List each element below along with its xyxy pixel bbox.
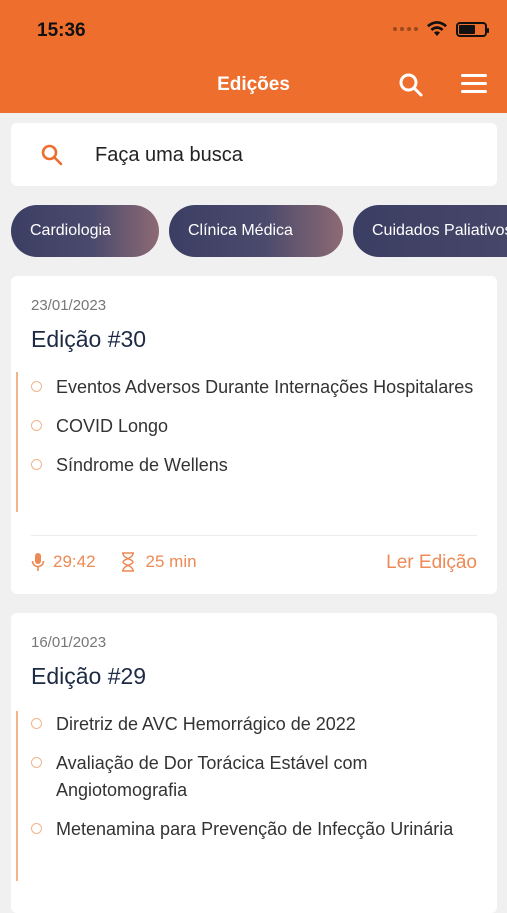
topic-text: Diretriz de AVC Hemorrágico de 2022	[56, 714, 356, 734]
status-icons	[393, 21, 489, 37]
edition-meta: 29:42 25 min	[31, 552, 197, 572]
bullet-icon	[31, 459, 42, 470]
category-chip-cardiologia[interactable]: Cardiologia	[11, 205, 159, 257]
status-time: 15:36	[37, 20, 86, 41]
edition-card[interactable]: 23/01/2023 Edição #30 Eventos Adversos D…	[11, 276, 497, 594]
category-chip-clinica-medica[interactable]: Clínica Médica	[169, 205, 343, 257]
chip-label: Cardiologia	[30, 222, 111, 239]
search-bar[interactable]	[11, 123, 497, 186]
timeline-line	[16, 711, 18, 881]
menu-icon[interactable]	[461, 74, 487, 96]
edition-card[interactable]: 16/01/2023 Edição #29 Diretriz de AVC He…	[11, 613, 497, 913]
bullet-icon	[31, 381, 42, 392]
topic-item: COVID Longo	[31, 413, 477, 440]
chip-label: Clínica Médica	[188, 222, 293, 239]
read-edition-button[interactable]: Ler Edição	[386, 552, 477, 574]
edition-date: 16/01/2023	[31, 634, 107, 651]
topic-list: Eventos Adversos Durante Internações Hos…	[31, 374, 477, 491]
topic-item: Síndrome de Wellens	[31, 452, 477, 479]
audio-duration: 29:42	[53, 552, 96, 571]
microphone-icon	[31, 553, 45, 571]
search-icon[interactable]	[398, 72, 424, 98]
topic-item: Eventos Adversos Durante Internações Hos…	[31, 374, 477, 401]
topic-list: Diretriz de AVC Hemorrágico de 2022 Aval…	[31, 711, 477, 855]
edition-title: Edição #30	[31, 326, 147, 352]
battery-icon	[456, 21, 489, 37]
wifi-icon	[427, 21, 447, 36]
bullet-icon	[31, 718, 42, 729]
bullet-icon	[31, 757, 42, 768]
hourglass-icon	[121, 552, 134, 572]
topic-text: COVID Longo	[56, 416, 169, 436]
timeline-line	[16, 372, 18, 512]
topic-text: Avaliação de Dor Torácica Estável com An…	[56, 753, 368, 800]
topic-text: Eventos Adversos Durante Internações Hos…	[56, 377, 474, 397]
edition-title: Edição #29	[31, 663, 147, 689]
category-chip-cuidados-paliativos[interactable]: Cuidados Paliativos	[353, 205, 507, 257]
edition-date: 23/01/2023	[31, 297, 107, 314]
reading-time: 25 min	[145, 552, 197, 571]
search-icon	[41, 144, 63, 166]
topic-item: Avaliação de Dor Torácica Estável com An…	[31, 750, 477, 804]
app-header: 15:36 Edições	[0, 0, 507, 113]
divider	[31, 535, 477, 536]
topic-item: Diretriz de AVC Hemorrágico de 2022	[31, 711, 477, 738]
signal-icon	[393, 27, 418, 31]
search-input[interactable]	[95, 139, 475, 171]
bullet-icon	[31, 420, 42, 431]
category-chips: Cardiologia Clínica Médica Cuidados Pali…	[11, 205, 507, 257]
topic-text: Síndrome de Wellens	[56, 455, 228, 475]
bullet-icon	[31, 823, 42, 834]
page-title: Edições	[217, 74, 290, 95]
chip-label: Cuidados Paliativos	[372, 222, 507, 239]
topic-item: Metenamina para Prevenção de Infecção Ur…	[31, 816, 477, 843]
topic-text: Metenamina para Prevenção de Infecção Ur…	[56, 819, 454, 839]
